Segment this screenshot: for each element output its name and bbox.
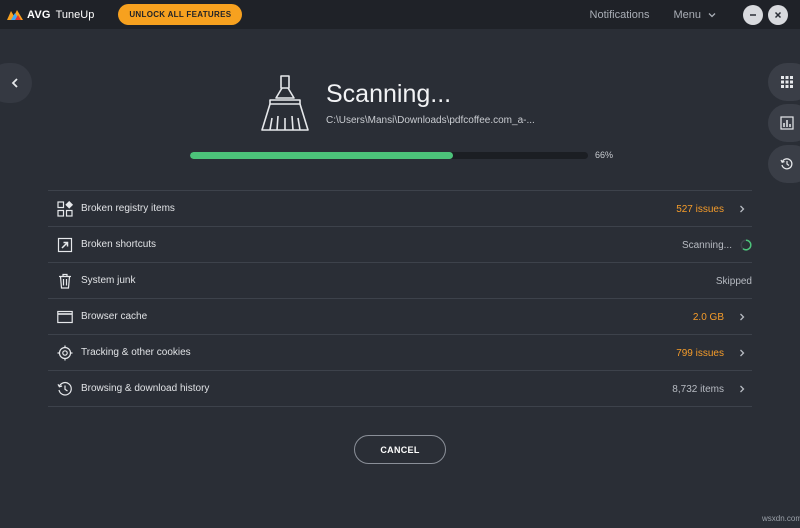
list-item-browser-cache[interactable]: Browser cache 2.0 GB	[48, 299, 752, 335]
status-badge: 527 issues	[676, 203, 724, 215]
scan-progress-label: 66%	[595, 150, 614, 160]
scan-current-path: C:\Users\Mansi\Downloads\pdfcoffee.com_a…	[326, 115, 535, 126]
list-item-system-junk[interactable]: System junk Skipped	[48, 263, 752, 299]
cancel-button[interactable]: CANCEL	[354, 435, 446, 464]
list-item-label: Browser cache	[81, 311, 148, 322]
status-badge: Skipped	[715, 275, 752, 287]
loading-spinner-icon	[740, 239, 752, 251]
list-item-label: System junk	[81, 275, 136, 286]
list-item-label: Tracking & other cookies	[81, 347, 191, 358]
unlock-all-features-button[interactable]: UNLOCK ALL FEATURES	[118, 4, 243, 25]
status-badge: 799 issues	[676, 347, 724, 359]
list-item-browsing-history[interactable]: Browsing & download history 8,732 items	[48, 371, 752, 407]
avg-logo-icon	[7, 9, 23, 20]
chevron-right-icon	[740, 385, 745, 393]
chevron-down-icon	[708, 12, 716, 17]
trash-icon	[56, 272, 74, 290]
avg-logo: AVG TuneUp	[6, 8, 94, 22]
back-button[interactable]	[0, 63, 32, 103]
status-badge: Scanning...	[681, 239, 732, 251]
history-icon	[56, 380, 74, 398]
target-icon	[56, 344, 74, 362]
list-item-label: Broken registry items	[81, 203, 175, 214]
list-item-label: Broken shortcuts	[81, 239, 157, 250]
scan-title: Scanning...	[326, 80, 452, 108]
chevron-right-icon	[740, 349, 745, 357]
menu-button[interactable]: Menu	[673, 9, 717, 21]
watermark-text: wsxdn.com	[762, 514, 800, 523]
chevron-right-icon	[740, 205, 745, 213]
product-name: TuneUp	[55, 8, 95, 21]
brand-name: AVG	[27, 8, 51, 21]
browser-window-icon	[56, 308, 74, 326]
list-item-broken-shortcuts[interactable]: Broken shortcuts Scanning...	[48, 227, 752, 263]
close-button[interactable]	[768, 4, 788, 25]
registry-icon	[56, 200, 74, 218]
performance-button[interactable]	[768, 104, 800, 142]
status-badge: 8,732 items	[672, 383, 724, 395]
clock-history-icon	[780, 158, 793, 170]
history-button[interactable]	[768, 145, 800, 183]
scan-results-list: Broken registry items 527 issues Broken …	[48, 190, 752, 407]
list-item-tracking-cookies[interactable]: Tracking & other cookies 799 issues	[48, 335, 752, 371]
scan-progress-bar	[190, 152, 588, 159]
scan-progress-fill	[190, 152, 453, 159]
status-badge: 2.0 GB	[692, 311, 724, 323]
chevron-left-icon	[11, 78, 18, 88]
bar-chart-icon	[780, 116, 794, 130]
apps-grid-button[interactable]	[768, 63, 800, 101]
chevron-right-icon	[740, 313, 745, 321]
close-icon	[774, 11, 782, 18]
broom-brush-icon	[261, 75, 309, 131]
title-bar: AVG TuneUp UNLOCK ALL FEATURES Notificat…	[0, 0, 800, 29]
grid-icon	[781, 76, 793, 88]
list-item-label: Browsing & download history	[81, 383, 210, 394]
menu-label: Menu	[673, 8, 701, 21]
minimize-icon	[750, 13, 756, 16]
minimize-button[interactable]	[743, 4, 763, 25]
shortcut-icon	[56, 236, 74, 254]
notifications-link[interactable]: Notifications	[590, 9, 650, 21]
list-item-broken-registry[interactable]: Broken registry items 527 issues	[48, 191, 752, 227]
